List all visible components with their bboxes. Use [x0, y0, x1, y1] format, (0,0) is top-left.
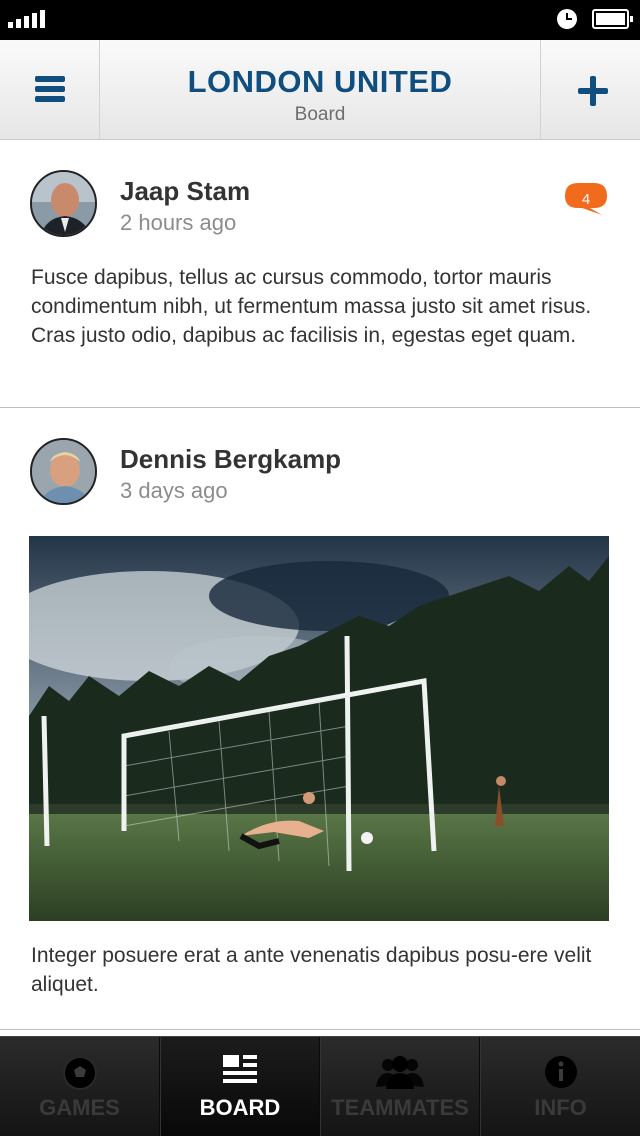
tab-label: BOARD [199, 1095, 281, 1120]
tab-info[interactable]: INFO [480, 1037, 640, 1136]
tab-label: INFO [534, 1095, 587, 1120]
post-time: 2 hours ago [120, 210, 237, 235]
avatar[interactable] [30, 438, 97, 505]
soccer-ball-icon [62, 1056, 97, 1090]
post-time: 3 days ago [120, 478, 228, 503]
post-body: Fusce dapibus, tellus ac cursus commodo,… [31, 266, 592, 347]
info-icon [544, 1056, 577, 1088]
plus-icon [578, 76, 608, 106]
tab-board[interactable]: BOARD [160, 1037, 320, 1136]
post-photo[interactable] [29, 536, 609, 921]
avatar[interactable] [30, 170, 97, 237]
alarm-clock-icon [557, 9, 577, 29]
menu-button[interactable] [0, 40, 100, 139]
battery-icon [592, 9, 633, 29]
add-post-button[interactable] [540, 40, 640, 139]
post-body: Integer posuere erat a ante venenatis da… [31, 944, 592, 996]
status-bar [0, 0, 640, 40]
hamburger-menu-icon [35, 76, 65, 102]
nav-header: LONDON UNITED Board [0, 40, 640, 140]
tab-bar: GAMES BOARD TEAMMATES INFO [0, 1036, 640, 1136]
tab-games[interactable]: GAMES [0, 1037, 160, 1136]
page-subtitle: Board [294, 104, 346, 125]
tab-label: GAMES [39, 1095, 120, 1120]
tab-teammates[interactable]: TEAMMATES [320, 1037, 480, 1136]
signal-strength-icon [8, 10, 45, 28]
post-author[interactable]: Jaap Stam [120, 176, 250, 207]
teammates-icon [376, 1056, 424, 1089]
post-author[interactable]: Dennis Bergkamp [120, 444, 341, 475]
comment-count: 4 [581, 191, 591, 208]
board-icon [223, 1055, 257, 1083]
tab-label: TEAMMATES [331, 1095, 469, 1120]
comment-count-badge[interactable]: 4 [564, 182, 608, 216]
page-title: LONDON UNITED [187, 64, 453, 99]
